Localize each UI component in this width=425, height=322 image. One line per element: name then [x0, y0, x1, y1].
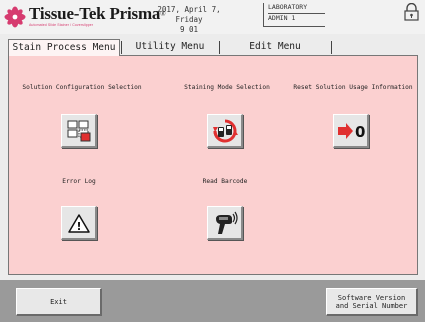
solution-configuration-button[interactable]: [61, 114, 97, 148]
exit-button[interactable]: Exit: [16, 288, 102, 316]
read-barcode-button[interactable]: [207, 206, 243, 240]
footer-bar: Exit Software Version and Serial Number: [0, 280, 425, 322]
read-barcode-label: Read Barcode: [202, 178, 248, 185]
error-log-button[interactable]: !: [61, 206, 97, 240]
reset-solution-usage-label: Reset Solution Usage Information: [293, 84, 413, 91]
reset-solution-usage-button[interactable]: 0: [333, 114, 369, 148]
tab-edit-menu[interactable]: Edit Menu: [220, 39, 330, 56]
department-text: LABORATORY: [268, 3, 325, 14]
header: Tissue-Tek Prisma® Automated Slide Stain…: [0, 0, 425, 34]
tab-stain-process-menu[interactable]: Stain Process Menu: [8, 39, 120, 56]
brand-name: Tissue-Tek Prisma®: [29, 4, 166, 23]
brand-tagline: Automated Slide Stainer / Coverslipper: [29, 23, 94, 27]
barcode-scanner-icon: [215, 211, 238, 234]
time-text: 9 01: [179, 25, 199, 34]
warning-icon: !: [67, 213, 90, 233]
date-text: 2017, April 7, Friday: [157, 5, 221, 24]
menu-tabs: Stain Process Menu Utility Menu Edit Men…: [8, 39, 418, 56]
software-version-button[interactable]: Software Version and Serial Number: [326, 288, 418, 316]
tab-utility-menu[interactable]: Utility Menu: [122, 39, 218, 56]
stain-process-panel: Solution Configuration Selection Stainin…: [8, 55, 418, 275]
staining-mode-icon: [212, 119, 238, 142]
reset-arrow-zero-icon: 0: [337, 122, 365, 141]
reset-zero-glyph: 0: [355, 123, 365, 141]
error-log-label: Error Log: [62, 178, 96, 185]
user-info-box: LABORATORY ADMIN 1: [263, 3, 325, 27]
solution-configuration-label: Solution Configuration Selection: [22, 84, 142, 91]
staining-mode-button[interactable]: [207, 114, 243, 148]
solution-grid-icon: [67, 120, 90, 141]
tab-divider: [331, 41, 332, 54]
staining-mode-label: Staining Mode Selection: [184, 84, 270, 91]
warning-exclamation-glyph: !: [76, 220, 81, 233]
lock-icon[interactable]: [403, 3, 420, 21]
user-text: ADMIN 1: [268, 13, 296, 22]
sakura-flower-logo-icon: [4, 6, 26, 28]
datetime-display: 2017, April 7, Friday 9 01: [148, 5, 230, 35]
brand-logo-area: Tissue-Tek Prisma® Automated Slide Stain…: [4, 4, 166, 31]
